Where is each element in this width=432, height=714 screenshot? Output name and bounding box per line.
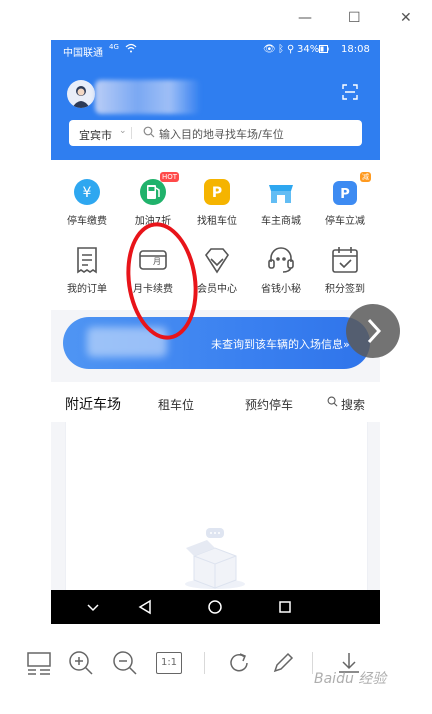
scan-icon[interactable] (342, 84, 358, 100)
minimize-button[interactable]: — (298, 10, 312, 26)
service-parking-p[interactable]: P 找租车位 (187, 176, 247, 227)
zoom-in-icon[interactable] (68, 650, 94, 676)
banner-text: 未查询到该车辆的入场信息» (211, 338, 350, 351)
city-selector[interactable]: 宜宾市 (79, 127, 112, 143)
service-calendar-check[interactable]: 积分签到 (315, 244, 375, 295)
badge: HOT (159, 172, 179, 182)
divider (131, 127, 132, 139)
network-label: 4G (109, 43, 119, 51)
tab-nearby-parking[interactable]: 附近车场 (65, 394, 121, 414)
service-store[interactable]: 车主商城 (251, 176, 311, 227)
battery-icon (319, 45, 329, 56)
carrier-label: 中国联通 (63, 48, 103, 59)
svg-text:¥: ¥ (83, 185, 92, 201)
parking-p-icon: P (199, 176, 235, 208)
tab-rent-space[interactable]: 租车位 (158, 396, 194, 413)
recents-icon[interactable] (265, 590, 305, 624)
blurred-username (95, 80, 201, 114)
headset-icon (263, 244, 299, 276)
android-nav-bar (51, 590, 380, 624)
avatar[interactable] (67, 80, 95, 108)
fuel-icon: HOT (135, 172, 179, 208)
service-label: 找租车位 (197, 216, 237, 227)
toolbar-divider (204, 652, 205, 674)
service-label: 车主商城 (261, 216, 301, 227)
search-icon (143, 126, 155, 141)
maximize-button[interactable]: ☐ (348, 10, 361, 26)
close-button[interactable]: ✕ (400, 10, 412, 26)
service-label: 省钱小秘 (261, 284, 301, 295)
search-icon[interactable] (327, 396, 338, 410)
next-image-button[interactable] (346, 304, 400, 358)
back-icon[interactable] (125, 590, 165, 624)
service-label: 积分签到 (325, 284, 365, 295)
home-icon[interactable] (195, 590, 235, 624)
edit-icon[interactable] (270, 650, 296, 676)
eye-icon: 👁 (263, 44, 276, 55)
service-yen[interactable]: ¥ 停车缴费 (57, 176, 117, 227)
app-header: 中国联通 4G 👁 ᛒ ⚲ 34% 18:08 宜宾市 ⌄ 输入目的地寻找车场/… (51, 40, 380, 160)
diamond-icon (199, 244, 235, 276)
store-icon (263, 176, 299, 208)
battery-percent: 34% (297, 44, 320, 55)
clock: 18:08 (341, 44, 370, 55)
phone-screen: 中国联通 4G 👁 ᛒ ⚲ 34% 18:08 宜宾市 ⌄ 输入目的地寻找车场/… (51, 40, 380, 624)
service-headset[interactable]: 省钱小秘 (251, 244, 311, 295)
receipt-icon (69, 244, 105, 276)
parking-discount-icon: P减 (327, 172, 371, 208)
tab-reserve-parking[interactable]: 预约停车 (245, 396, 293, 413)
search-input[interactable]: 输入目的地寻找车场/车位 (159, 126, 284, 142)
notice-banner[interactable]: 未查询到该车辆的入场信息» (63, 317, 370, 369)
parking-list-empty (65, 422, 368, 593)
rotate-icon[interactable] (226, 650, 252, 676)
actual-size-button[interactable]: 1:1 (156, 650, 184, 676)
badge: 减 (360, 172, 371, 182)
svg-text:P: P (212, 185, 222, 201)
tab-search[interactable]: 搜索 (341, 396, 365, 413)
watermark: Baidu 经验 (314, 671, 387, 687)
tab-bar: 附近车场 租车位 预约停车 搜索 (51, 382, 380, 422)
service-fuel[interactable]: HOT 加油7折 (123, 172, 183, 227)
thumbnail-icon[interactable] (26, 650, 52, 676)
zoom-out-icon[interactable] (112, 650, 138, 676)
service-label: 我的订单 (67, 284, 107, 295)
empty-box-illustration (185, 528, 245, 589)
wifi-icon (125, 43, 137, 56)
toolbar-divider (312, 652, 313, 674)
actual-size-label: 1:1 (156, 652, 182, 674)
chevron-down-icon: ⌄ (119, 126, 127, 136)
service-receipt[interactable]: 我的订单 (57, 244, 117, 295)
service-parking-discount[interactable]: P 减停车立减 (315, 172, 375, 227)
yen-icon: ¥ (69, 176, 105, 208)
bluetooth-icon: ᛒ (278, 44, 284, 55)
chevron-right-icon (367, 318, 382, 344)
hide-nav-icon[interactable] (73, 590, 113, 624)
search-bar[interactable]: 宜宾市 ⌄ 输入目的地寻找车场/车位 (69, 120, 362, 146)
calendar-check-icon (327, 244, 363, 276)
service-label: 停车缴费 (67, 216, 107, 227)
svg-text:P: P (340, 187, 350, 202)
location-icon: ⚲ (287, 44, 295, 55)
service-label: 停车立减 (325, 216, 365, 227)
